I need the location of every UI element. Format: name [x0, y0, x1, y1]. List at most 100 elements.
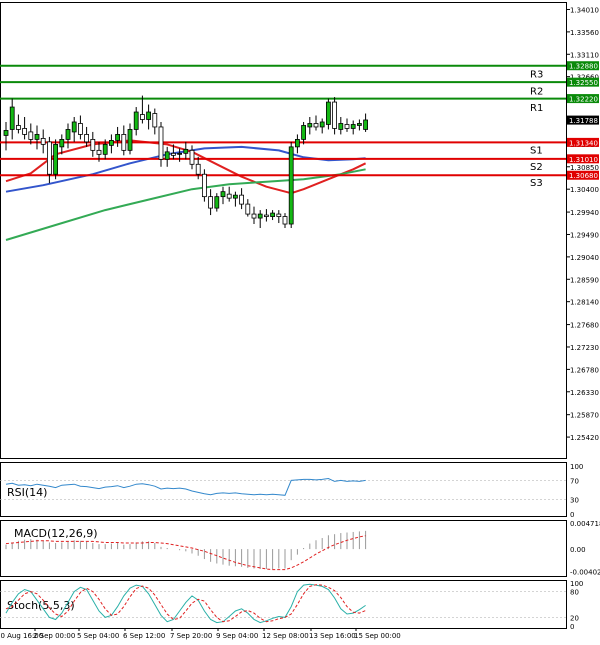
macd-signal-line	[5, 535, 366, 571]
candle-bull	[183, 148, 189, 154]
price-tick-label: 1.25420	[570, 434, 599, 442]
candle-bear	[139, 114, 145, 120]
candle-bull	[301, 125, 307, 140]
price-tick-label: 1.25870	[570, 412, 599, 420]
candle-bear	[313, 123, 319, 128]
price-tick-label: 1.29490	[570, 231, 599, 239]
price-tick-label: 1.34010	[570, 6, 599, 14]
candle-bear	[22, 128, 28, 135]
support-price-tag-text: 1.30680	[569, 172, 598, 180]
resistance-price-tag-text: 1.32880	[569, 63, 598, 71]
current-price-text: 1.31788	[569, 117, 598, 125]
candle-bull	[294, 139, 300, 148]
candle-bull	[65, 129, 71, 140]
candle-bull	[288, 146, 294, 225]
candle-bull	[220, 191, 226, 198]
candle-bull	[338, 123, 344, 130]
price-tick-label: 1.26780	[570, 366, 599, 374]
candle-bear	[201, 173, 207, 198]
candle-bull	[356, 123, 362, 126]
candle-bull	[325, 101, 331, 125]
level-label-s3: S3	[530, 178, 543, 189]
candle-bull	[9, 106, 15, 130]
candle-bull	[164, 151, 170, 160]
candle-bull	[307, 123, 313, 128]
candle-bear	[47, 141, 52, 175]
price-tick-label: 1.27230	[570, 344, 599, 352]
level-label-r2: R2	[530, 87, 543, 98]
time-tick-label: 2 Sep 00:00	[33, 632, 75, 640]
candle-bear	[208, 196, 214, 209]
time-tick-label: 9 Sep 04:00	[216, 632, 258, 640]
stoch-tick-label: 0	[570, 623, 574, 631]
level-label-s1: S1	[530, 145, 543, 156]
candle-bear	[78, 123, 83, 135]
candle-bull	[71, 121, 77, 133]
candle-bear	[282, 216, 288, 225]
candle-bull	[102, 143, 108, 155]
time-tick-label: 5 Sep 04:00	[77, 632, 119, 640]
candle-bull	[214, 196, 220, 209]
candle-bull	[109, 139, 114, 146]
candle-bear	[158, 126, 164, 160]
candle-bull	[3, 130, 9, 136]
candle-bull	[363, 119, 369, 130]
candle-bear	[28, 131, 34, 140]
stoch-tick-label: 80	[570, 589, 579, 597]
rsi-tick-label: 70	[570, 477, 579, 485]
rsi-title: RSI(14)	[7, 486, 47, 499]
macd-tick-label: 0.00	[570, 546, 586, 554]
candle-bull	[257, 213, 263, 219]
candle-bear	[96, 149, 102, 155]
candle-bull	[232, 194, 238, 199]
candle-bear	[195, 163, 201, 175]
candle-bear	[90, 139, 96, 151]
panel-border-3	[0, 580, 567, 629]
price-tick-label: 1.27680	[570, 322, 599, 330]
candle-bear	[152, 113, 158, 128]
candle-bear	[344, 124, 350, 129]
price-tick-label: 1.29940	[570, 209, 599, 217]
time-tick-label: 7 Sep 20:00	[170, 632, 212, 640]
time-tick-label: 12 Sep 08:00	[262, 632, 309, 640]
price-tick-label: 1.33110	[570, 51, 599, 59]
price-tick-label: 1.28140	[570, 299, 599, 307]
candle-bull	[270, 212, 276, 217]
trading-chart: 1.340101.335601.331101.326601.322101.317…	[0, 2, 600, 640]
price-tick-label: 1.33560	[570, 29, 599, 37]
candle-bull	[127, 129, 133, 151]
macd-title: MACD(12,26,9)	[14, 527, 98, 540]
candle-bull	[53, 143, 58, 175]
candle-bear	[245, 203, 251, 215]
candle-bear	[251, 213, 257, 219]
candle-bull	[146, 111, 152, 120]
candle-bull	[350, 124, 356, 129]
resistance-price-tag-text: 1.32550	[569, 79, 598, 87]
level-label-s2: S2	[530, 162, 543, 173]
candle-bull	[115, 134, 120, 141]
rsi-tick-label: 30	[570, 497, 579, 505]
candle-bear	[263, 214, 269, 217]
moving-average-3	[5, 168, 366, 241]
candle-bear	[189, 149, 195, 165]
candle-bear	[239, 194, 245, 205]
rsi-tick-label: 0	[570, 511, 574, 519]
time-tick-label: 13 Sep 16:00	[309, 632, 356, 640]
support-price-tag-text: 1.31340	[569, 139, 598, 147]
candle-bull	[133, 111, 139, 130]
candle-bull	[59, 139, 65, 148]
macd-tick-label: 0.004718	[570, 520, 600, 528]
time-tick-label: 6 Sep 12:00	[123, 632, 165, 640]
candle-bull	[319, 121, 325, 128]
candle-bear	[15, 125, 21, 130]
support-price-tag-text: 1.31010	[569, 156, 598, 164]
candle-bear	[121, 134, 127, 151]
candle-bear	[226, 193, 232, 199]
stoch-tick-label: 20	[570, 614, 579, 622]
rsi-tick-label: 100	[570, 463, 583, 471]
price-panel: 1.340101.335601.331101.326601.322101.317…	[0, 6, 599, 442]
level-label-r3: R3	[530, 70, 543, 81]
panel-border-1	[0, 462, 567, 517]
level-label-r1: R1	[530, 103, 543, 114]
candle-bear	[332, 101, 338, 129]
